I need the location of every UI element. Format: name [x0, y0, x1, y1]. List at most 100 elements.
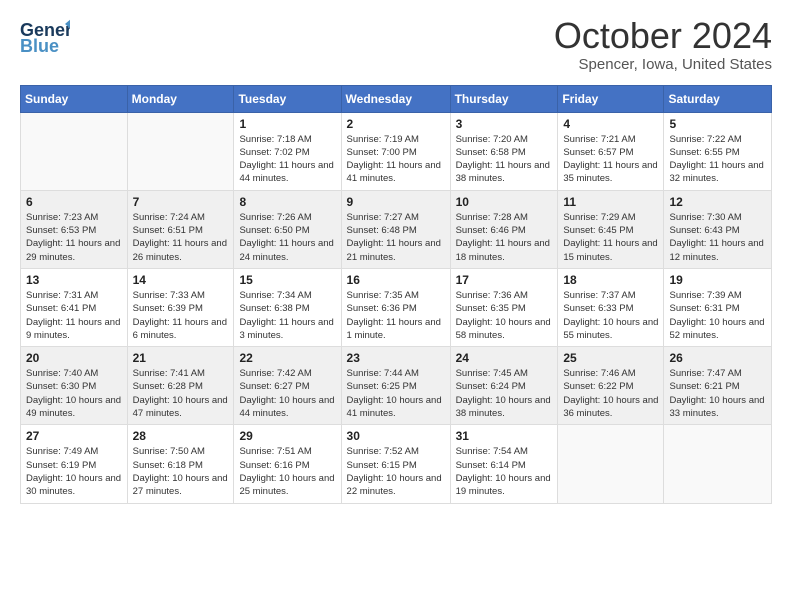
day-info: Sunrise: 7:54 AMSunset: 6:14 PMDaylight:… — [456, 445, 553, 498]
day-info: Sunrise: 7:50 AMSunset: 6:18 PMDaylight:… — [133, 445, 229, 498]
table-row: 31 Sunrise: 7:54 AMSunset: 6:14 PMDayligh… — [450, 425, 558, 503]
day-number: 28 — [133, 429, 229, 443]
day-info: Sunrise: 7:44 AMSunset: 6:25 PMDaylight:… — [347, 367, 445, 420]
day-number: 25 — [563, 351, 658, 365]
table-row: 18 Sunrise: 7:37 AMSunset: 6:33 PMDayligh… — [558, 268, 664, 346]
table-row — [127, 112, 234, 190]
day-info: Sunrise: 7:34 AMSunset: 6:38 PMDaylight:… — [239, 289, 335, 342]
day-number: 30 — [347, 429, 445, 443]
day-info: Sunrise: 7:39 AMSunset: 6:31 PMDaylight:… — [669, 289, 766, 342]
day-info: Sunrise: 7:30 AMSunset: 6:43 PMDaylight:… — [669, 211, 766, 264]
table-row: 24Sunrise: 7:45 AMSunset: 6:24 PMDayligh… — [450, 347, 558, 425]
day-number: 2 — [347, 117, 445, 131]
day-number: 4 — [563, 117, 658, 131]
table-row: 23 Sunrise: 7:44 AMSunset: 6:25 PMDayligh… — [341, 347, 450, 425]
day-number: 15 — [239, 273, 335, 287]
table-row — [21, 112, 128, 190]
table-row: 12Sunrise: 7:30 AMSunset: 6:43 PMDayligh… — [664, 190, 772, 268]
day-number: 19 — [669, 273, 766, 287]
table-row — [558, 425, 664, 503]
day-info: Sunrise: 7:19 AMSunset: 7:00 PMDaylight:… — [347, 133, 445, 186]
table-row: 7 Sunrise: 7:24 AMSunset: 6:51 PMDaylight… — [127, 190, 234, 268]
calendar-table: Sunday Monday Tuesday Wednesday Thursday… — [20, 85, 772, 504]
day-number: 22 — [239, 351, 335, 365]
calendar-week-row: 1 Sunrise: 7:18 AMSunset: 7:02 PMDaylight… — [21, 112, 772, 190]
day-info: Sunrise: 7:47 AMSunset: 6:21 PMDaylight:… — [669, 367, 766, 420]
table-row: 1 Sunrise: 7:18 AMSunset: 7:02 PMDaylight… — [234, 112, 341, 190]
table-row: 29 Sunrise: 7:51 AMSunset: 6:16 PMDayligh… — [234, 425, 341, 503]
table-row: 28 Sunrise: 7:50 AMSunset: 6:18 PMDayligh… — [127, 425, 234, 503]
day-info: Sunrise: 7:20 AMSunset: 6:58 PMDaylight:… — [456, 133, 553, 186]
day-number: 27 — [26, 429, 122, 443]
table-row: 27 Sunrise: 7:49 AMSunset: 6:19 PMDayligh… — [21, 425, 128, 503]
table-row: 19 Sunrise: 7:39 AMSunset: 6:31 PMDayligh… — [664, 268, 772, 346]
day-info: Sunrise: 7:26 AMSunset: 6:50 PMDaylight:… — [239, 211, 335, 264]
day-info: Sunrise: 7:46 AMSunset: 6:22 PMDaylight:… — [563, 367, 658, 420]
table-row: 9Sunrise: 7:27 AMSunset: 6:48 PMDaylight… — [341, 190, 450, 268]
table-row: 17Sunrise: 7:36 AMSunset: 6:35 PMDayligh… — [450, 268, 558, 346]
col-wednesday: Wednesday — [341, 85, 450, 112]
table-row: 22 Sunrise: 7:42 AMSunset: 6:27 PMDayligh… — [234, 347, 341, 425]
col-thursday: Thursday — [450, 85, 558, 112]
day-info: Sunrise: 7:41 AMSunset: 6:28 PMDaylight:… — [133, 367, 229, 420]
calendar-week-row: 6 Sunrise: 7:23 AMSunset: 6:53 PMDaylight… — [21, 190, 772, 268]
day-info: Sunrise: 7:31 AMSunset: 6:41 PMDaylight:… — [26, 289, 122, 342]
day-number: 7 — [133, 195, 229, 209]
day-number: 9 — [347, 195, 445, 209]
day-info: Sunrise: 7:37 AMSunset: 6:33 PMDaylight:… — [563, 289, 658, 342]
svg-text:Blue: Blue — [20, 36, 59, 56]
day-number: 17 — [456, 273, 553, 287]
col-friday: Friday — [558, 85, 664, 112]
day-number: 5 — [669, 117, 766, 131]
day-number: 1 — [239, 117, 335, 131]
table-row: 4 Sunrise: 7:21 AMSunset: 6:57 PMDaylight… — [558, 112, 664, 190]
calendar-week-row: 20Sunrise: 7:40 AMSunset: 6:30 PMDayligh… — [21, 347, 772, 425]
day-number: 24 — [456, 351, 553, 365]
day-info: Sunrise: 7:24 AMSunset: 6:51 PMDaylight:… — [133, 211, 229, 264]
day-info: Sunrise: 7:22 AMSunset: 6:55 PMDaylight:… — [669, 133, 766, 186]
col-saturday: Saturday — [664, 85, 772, 112]
col-sunday: Sunday — [21, 85, 128, 112]
page: General Blue October 2024 Spencer, Iowa,… — [0, 0, 792, 612]
day-info: Sunrise: 7:42 AMSunset: 6:27 PMDaylight:… — [239, 367, 335, 420]
day-info: Sunrise: 7:23 AMSunset: 6:53 PMDaylight:… — [26, 211, 122, 264]
calendar-header-row: Sunday Monday Tuesday Wednesday Thursday… — [21, 85, 772, 112]
month-title: October 2024 — [554, 16, 772, 56]
table-row: 25 Sunrise: 7:46 AMSunset: 6:22 PMDayligh… — [558, 347, 664, 425]
day-info: Sunrise: 7:40 AMSunset: 6:30 PMDaylight:… — [26, 367, 122, 420]
title-block: October 2024 Spencer, Iowa, United State… — [554, 16, 772, 73]
header: General Blue October 2024 Spencer, Iowa,… — [20, 16, 772, 73]
day-number: 14 — [133, 273, 229, 287]
day-number: 10 — [456, 195, 553, 209]
day-number: 23 — [347, 351, 445, 365]
day-number: 6 — [26, 195, 122, 209]
day-number: 11 — [563, 195, 658, 209]
table-row: 15 Sunrise: 7:34 AMSunset: 6:38 PMDayligh… — [234, 268, 341, 346]
table-row: 10Sunrise: 7:28 AMSunset: 6:46 PMDayligh… — [450, 190, 558, 268]
day-number: 8 — [239, 195, 335, 209]
table-row: 2 Sunrise: 7:19 AMSunset: 7:00 PMDaylight… — [341, 112, 450, 190]
logo: General Blue — [20, 16, 70, 56]
table-row: 20Sunrise: 7:40 AMSunset: 6:30 PMDayligh… — [21, 347, 128, 425]
table-row: 5 Sunrise: 7:22 AMSunset: 6:55 PMDaylight… — [664, 112, 772, 190]
day-info: Sunrise: 7:51 AMSunset: 6:16 PMDaylight:… — [239, 445, 335, 498]
calendar-week-row: 27 Sunrise: 7:49 AMSunset: 6:19 PMDayligh… — [21, 425, 772, 503]
day-info: Sunrise: 7:21 AMSunset: 6:57 PMDaylight:… — [563, 133, 658, 186]
day-number: 21 — [133, 351, 229, 365]
day-number: 29 — [239, 429, 335, 443]
table-row: 26Sunrise: 7:47 AMSunset: 6:21 PMDayligh… — [664, 347, 772, 425]
day-number: 18 — [563, 273, 658, 287]
day-number: 13 — [26, 273, 122, 287]
day-number: 31 — [456, 429, 553, 443]
day-number: 3 — [456, 117, 553, 131]
table-row: 30 Sunrise: 7:52 AMSunset: 6:15 PMDayligh… — [341, 425, 450, 503]
day-info: Sunrise: 7:29 AMSunset: 6:45 PMDaylight:… — [563, 211, 658, 264]
day-info: Sunrise: 7:49 AMSunset: 6:19 PMDaylight:… — [26, 445, 122, 498]
table-row: 6 Sunrise: 7:23 AMSunset: 6:53 PMDaylight… — [21, 190, 128, 268]
day-info: Sunrise: 7:52 AMSunset: 6:15 PMDaylight:… — [347, 445, 445, 498]
day-info: Sunrise: 7:18 AMSunset: 7:02 PMDaylight:… — [239, 133, 335, 186]
table-row: 11 Sunrise: 7:29 AMSunset: 6:45 PMDayligh… — [558, 190, 664, 268]
day-number: 16 — [347, 273, 445, 287]
location-subtitle: Spencer, Iowa, United States — [554, 56, 772, 73]
day-info: Sunrise: 7:35 AMSunset: 6:36 PMDaylight:… — [347, 289, 445, 342]
